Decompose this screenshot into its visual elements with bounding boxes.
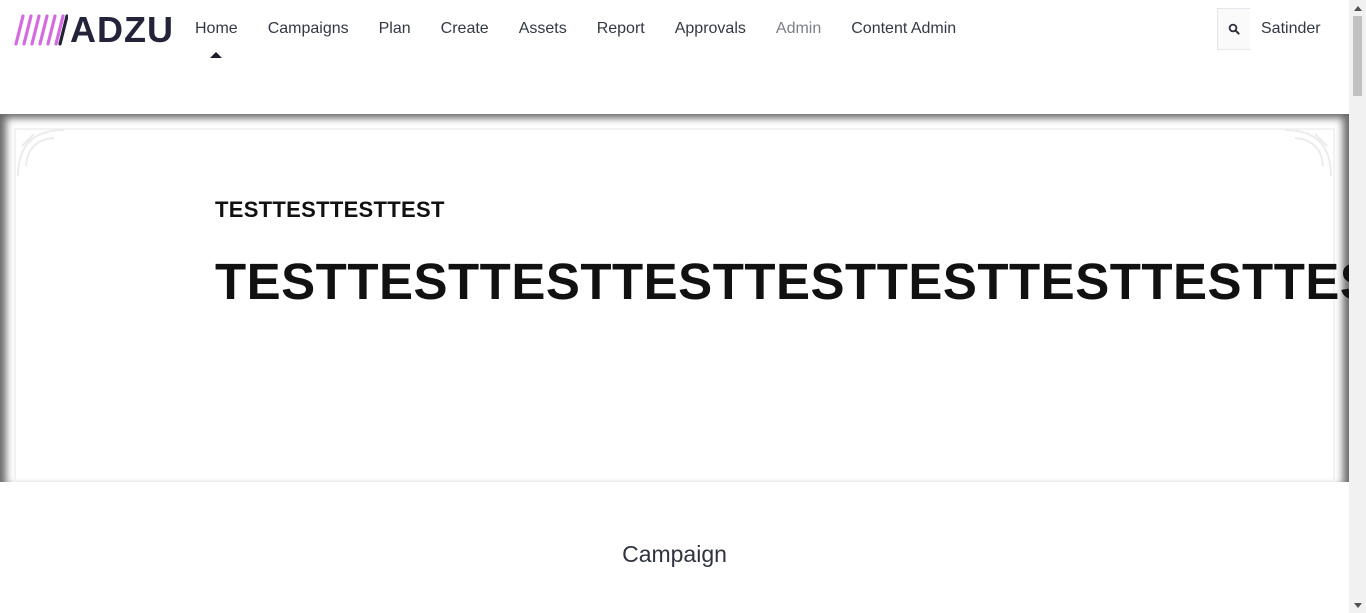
- search-button[interactable]: [1217, 8, 1250, 50]
- hero-title: TESTTESTTESTTESTTESTTESTTESTTESTTEST: [215, 253, 1349, 310]
- adzu-logo[interactable]: ADZU: [14, 12, 174, 48]
- arrow-up-icon: [1353, 5, 1362, 11]
- nav-item-content-admin[interactable]: Content Admin: [851, 19, 956, 39]
- nav-item-home[interactable]: Home: [195, 19, 238, 58]
- top-navigation-bar: ADZU Home Campaigns Plan Create Assets R…: [0, 0, 1349, 114]
- nav-item-admin[interactable]: Admin: [776, 19, 821, 39]
- scroll-up-button[interactable]: [1349, 0, 1366, 16]
- corner-ornament-left: [17, 129, 65, 177]
- nav-item-report[interactable]: Report: [597, 19, 645, 39]
- user-menu[interactable]: Satinder: [1261, 19, 1321, 39]
- nav-item-campaigns[interactable]: Campaigns: [268, 19, 349, 39]
- nav-item-assets[interactable]: Assets: [519, 19, 567, 39]
- page-scrollbar[interactable]: [1349, 0, 1366, 613]
- main-nav: Home Campaigns Plan Create Assets Report…: [195, 19, 986, 58]
- logo-stripes-icon: [14, 14, 68, 46]
- arrow-down-icon: [1353, 602, 1362, 608]
- search-icon: [1228, 23, 1240, 35]
- logo-text: ADZU: [70, 9, 174, 50]
- section-heading: Campaign: [622, 541, 727, 567]
- corner-ornament-right: [1284, 129, 1332, 177]
- hero-banner: TESTTESTTESTTEST TESTTESTTESTTESTTESTTES…: [0, 114, 1349, 482]
- nav-item-create[interactable]: Create: [441, 19, 489, 39]
- nav-item-plan[interactable]: Plan: [379, 19, 411, 39]
- scroll-down-button[interactable]: [1349, 597, 1366, 613]
- scroll-thumb[interactable]: [1353, 16, 1362, 96]
- nav-item-approvals[interactable]: Approvals: [675, 19, 746, 39]
- hero-subtitle: TESTTESTTESTTEST: [215, 197, 445, 222]
